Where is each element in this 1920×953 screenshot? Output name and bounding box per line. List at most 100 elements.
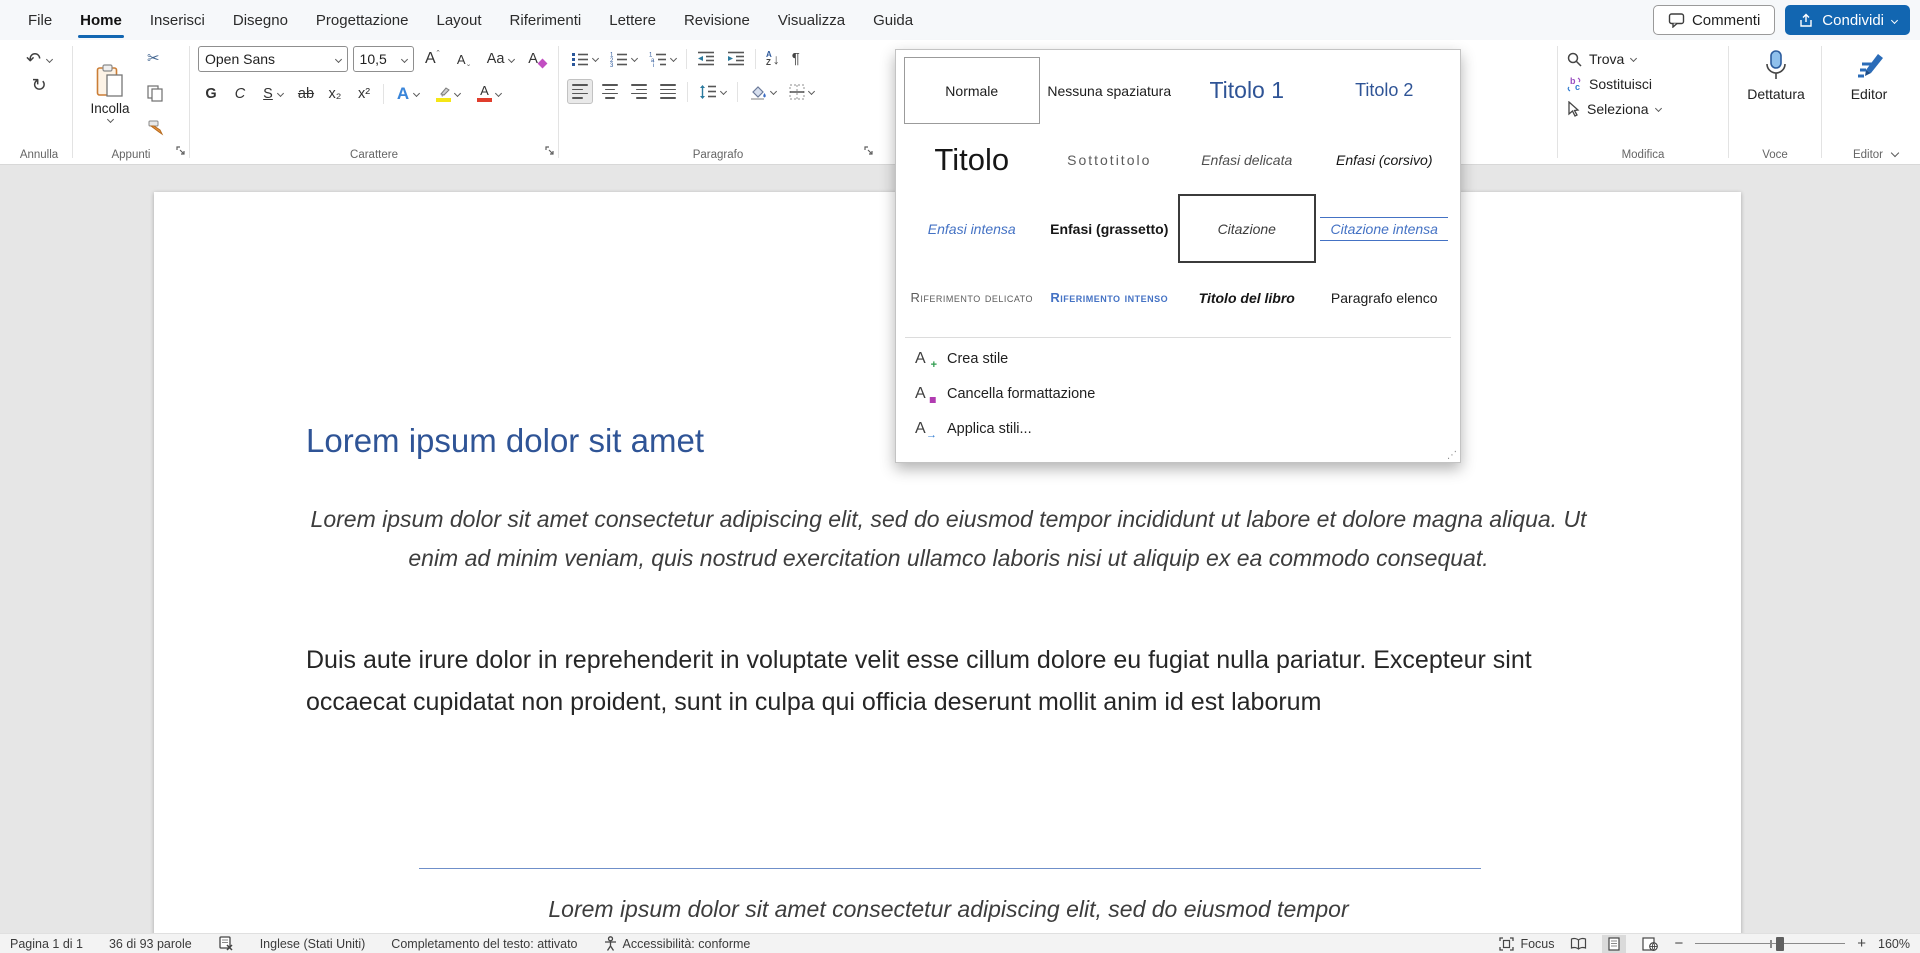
print-layout-button[interactable]	[1602, 935, 1626, 953]
paste-chevron-icon[interactable]	[106, 116, 113, 123]
create-style-item[interactable]: A+ Crea stile	[903, 341, 1453, 376]
style-enfasi-delicata[interactable]: Enfasi delicata	[1179, 126, 1315, 193]
align-center-icon	[602, 84, 618, 99]
tab-revisione[interactable]: Revisione	[670, 0, 764, 40]
style-riferimento-delicato[interactable]: Riferimento delicato	[904, 264, 1040, 331]
web-layout-button[interactable]	[1638, 935, 1662, 953]
sort-button[interactable]: AZ ↓	[762, 46, 784, 71]
format-painter-icon[interactable]	[147, 119, 165, 136]
shading-button[interactable]	[745, 79, 780, 104]
tab-riferimenti[interactable]: Riferimenti	[496, 0, 596, 40]
page-count[interactable]: Pagina 1 di 1	[10, 937, 83, 951]
clear-formatting-button[interactable]: A	[524, 47, 550, 72]
zoom-slider[interactable]	[1695, 935, 1845, 953]
editor-button[interactable]: Editor	[1830, 46, 1908, 102]
accessibility-status[interactable]: Accessibilità: conforme	[604, 936, 751, 951]
word-count[interactable]: 36 di 93 parole	[109, 937, 192, 951]
justify-icon	[660, 84, 676, 99]
proofing-status[interactable]	[218, 936, 234, 951]
tab-inserisci[interactable]: Inserisci	[136, 0, 219, 40]
subscript-button[interactable]: x₂	[322, 81, 348, 106]
text-completion-status[interactable]: Completamento del testo: attivato	[391, 937, 577, 951]
style-sottotitolo[interactable]: Sottotitolo	[1042, 126, 1178, 193]
bold-button[interactable]: G	[198, 81, 224, 106]
bullets-button[interactable]	[567, 46, 602, 71]
font-size-select[interactable]: 10,5	[353, 46, 415, 72]
focus-toggle[interactable]: Focus	[1499, 937, 1554, 951]
grow-font-button[interactable]: Aˆ	[419, 47, 445, 72]
highlight-button[interactable]	[429, 81, 467, 106]
borders-button[interactable]	[785, 79, 818, 104]
paste-button[interactable]: Incolla	[81, 62, 139, 122]
tab-disegno[interactable]: Disegno	[219, 0, 302, 40]
decrease-indent-button[interactable]	[693, 46, 719, 71]
cut-icon[interactable]: ✂	[147, 49, 165, 67]
tab-file[interactable]: File	[14, 0, 66, 40]
undo-button[interactable]: ↶	[14, 46, 64, 72]
dictate-button[interactable]: Dettatura	[1737, 46, 1815, 102]
increase-indent-button[interactable]	[723, 46, 749, 71]
panel-resize-grip[interactable]: ⋰	[1447, 450, 1457, 461]
zoom-out-button[interactable]: −	[1674, 935, 1683, 952]
style-enfasi-corsivo[interactable]: Enfasi (corsivo)	[1317, 126, 1453, 193]
zoom-level[interactable]: 160%	[1878, 937, 1910, 951]
paragrafo-dialog-launcher-icon[interactable]	[864, 143, 874, 161]
share-chevron-icon[interactable]	[1891, 16, 1898, 23]
strikethrough-button[interactable]: ab	[293, 81, 319, 106]
style-paragrafo-elenco[interactable]: Paragrafo elenco	[1317, 264, 1453, 331]
justify-button[interactable]	[656, 79, 680, 104]
comments-button[interactable]: Commenti	[1653, 5, 1775, 35]
tab-guida[interactable]: Guida	[859, 0, 927, 40]
style-titolo-2[interactable]: Titolo 2	[1317, 57, 1453, 124]
tab-progettazione[interactable]: Progettazione	[302, 0, 423, 40]
style-normale[interactable]: Normale	[904, 57, 1040, 124]
carattere-dialog-launcher-icon[interactable]	[545, 143, 555, 161]
font-name-select[interactable]: Open Sans	[198, 46, 348, 72]
text-effects-button[interactable]: A	[390, 81, 426, 106]
numbered-list-icon: 123	[610, 51, 628, 67]
superscript-button[interactable]: x²	[351, 81, 377, 106]
style-citazione-intensa[interactable]: Citazione intensa	[1317, 195, 1453, 262]
apply-styles-icon: A→	[915, 420, 935, 438]
read-mode-button[interactable]	[1566, 935, 1590, 953]
tab-home[interactable]: Home	[66, 0, 136, 40]
numbering-button[interactable]: 123	[606, 46, 641, 71]
style-enfasi-grassetto[interactable]: Enfasi (grassetto)	[1042, 195, 1178, 262]
zoom-slider-thumb[interactable]	[1776, 937, 1784, 951]
align-center-button[interactable]	[598, 79, 622, 104]
tab-lettere[interactable]: Lettere	[595, 0, 670, 40]
apply-styles-item[interactable]: A→ Applica stili...	[903, 411, 1453, 446]
multilevel-list-button[interactable]: 1ai	[645, 46, 680, 71]
language-status[interactable]: Inglese (Stati Uniti)	[260, 937, 366, 951]
style-citazione[interactable]: Citazione	[1178, 194, 1316, 263]
shrink-font-button[interactable]: Aˆ	[450, 47, 476, 72]
align-left-button[interactable]	[567, 79, 593, 104]
svg-text:c: c	[1575, 82, 1580, 92]
style-titolo-1[interactable]: Titolo 1	[1179, 57, 1315, 124]
clear-formatting-item[interactable]: A◆ Cancella formattazione	[903, 376, 1453, 411]
style-titolo[interactable]: Titolo	[904, 126, 1040, 193]
line-spacing-button[interactable]	[695, 79, 730, 104]
style-titolo-del-libro[interactable]: Titolo del libro	[1179, 264, 1315, 331]
show-paragraph-marks-button[interactable]: ¶	[788, 46, 804, 71]
copy-icon[interactable]	[147, 85, 164, 102]
zoom-in-button[interactable]: +	[1857, 935, 1866, 952]
style-enfasi-intensa[interactable]: Enfasi intensa	[904, 195, 1040, 262]
tab-visualizza[interactable]: Visualizza	[764, 0, 859, 40]
italic-button[interactable]: C	[227, 81, 253, 106]
share-button[interactable]: Condividi	[1785, 5, 1910, 35]
redo-button[interactable]: ↻	[14, 72, 64, 98]
find-button[interactable]: Trova	[1566, 46, 1720, 71]
appunti-dialog-launcher-icon[interactable]	[176, 143, 186, 161]
change-case-button[interactable]: Aa	[481, 47, 519, 72]
font-color-button[interactable]: A	[470, 81, 508, 106]
replace-button[interactable]: bc Sostituisci	[1566, 71, 1720, 96]
style-nessuna-spaziatura[interactable]: Nessuna spaziatura	[1042, 57, 1178, 124]
style-riferimento-intenso[interactable]: Riferimento intenso	[1042, 264, 1178, 331]
underline-button[interactable]: S	[256, 81, 290, 106]
tab-layout[interactable]: Layout	[423, 0, 496, 40]
select-button[interactable]: Seleziona	[1566, 96, 1720, 121]
align-right-button[interactable]	[627, 79, 651, 104]
undo-chevron-icon[interactable]	[46, 55, 53, 62]
print-layout-icon	[1608, 937, 1620, 951]
